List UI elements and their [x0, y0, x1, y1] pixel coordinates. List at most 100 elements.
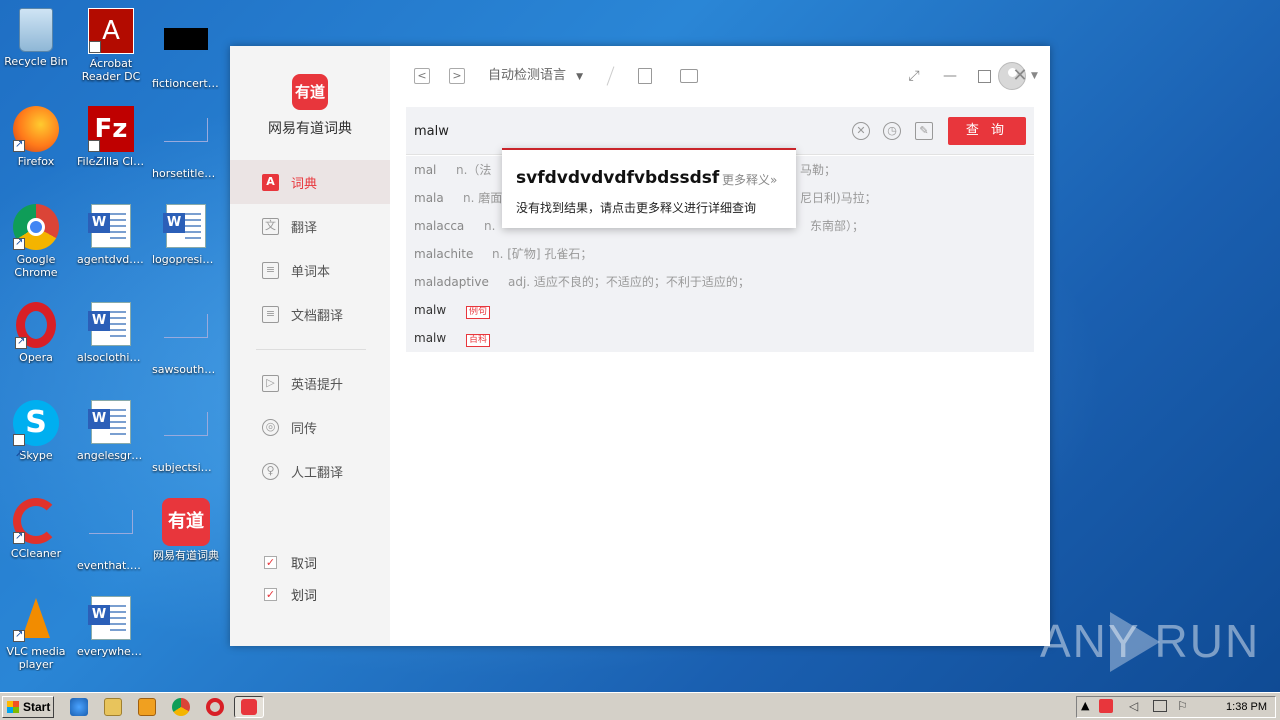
- desktop-icon-horsetitles[interactable]: horsetitles....: [150, 106, 222, 180]
- nav-item-doc-translate[interactable]: ≡ 文档翻译: [230, 292, 390, 336]
- flag-icon[interactable]: ⚐: [1177, 699, 1188, 713]
- clear-icon[interactable]: ✕: [852, 122, 870, 140]
- youdao-logo: 有道: [292, 74, 328, 110]
- desktop-icon-filezilla[interactable]: Fz FileZilla Client: [75, 106, 147, 184]
- back-button[interactable]: <: [414, 68, 430, 84]
- opera-icon[interactable]: [206, 698, 224, 716]
- nav-label: 词典: [291, 176, 318, 192]
- clock[interactable]: 1:38 PM: [1226, 701, 1267, 713]
- checkbox-checked-icon[interactable]: ✓: [264, 556, 277, 569]
- desktop-icon-google-chrome[interactable]: Google Chrome: [0, 204, 72, 279]
- desktop-icon-ccleaner[interactable]: CCleaner: [0, 498, 72, 560]
- divider: [256, 349, 366, 350]
- desktop-icon-logopreside[interactable]: W logopreside...: [150, 204, 222, 266]
- nav-item-translate[interactable]: 文 翻译: [230, 204, 390, 248]
- mini-mode-icon[interactable]: ⤢: [906, 68, 922, 84]
- image-file-icon: [89, 510, 133, 534]
- shortcut-arrow-icon: [15, 335, 27, 349]
- file-explorer-icon[interactable]: [104, 698, 122, 716]
- nav-item-dictionary[interactable]: A 词典: [230, 160, 390, 204]
- taskbar: Start ▲ ◁ ⚐ 1:38 PM: [0, 692, 1280, 720]
- list-item[interactable]: malw 例句: [414, 300, 491, 320]
- chrome-icon: [13, 204, 59, 250]
- youdao-icon: 有道: [162, 498, 210, 546]
- desktop-icon-acrobat[interactable]: A Acrobat Reader DC: [75, 8, 147, 83]
- chevron-up-icon[interactable]: ▲: [1081, 699, 1089, 712]
- encyclopedia-badge: 百科: [466, 334, 491, 347]
- minimize-icon[interactable]: —: [942, 68, 958, 84]
- nav-label: 单词本: [291, 264, 331, 280]
- internet-explorer-icon[interactable]: [70, 698, 88, 716]
- desktop-icon-recycle-bin[interactable]: Recycle Bin: [0, 8, 72, 68]
- desktop-icon-skype[interactable]: S Skype: [0, 400, 72, 478]
- list-item[interactable]: mal n.（法 马勒；: [414, 160, 836, 180]
- watermark: ANY RUN: [1040, 615, 1261, 667]
- desktop-icon-vlc[interactable]: VLC media player: [0, 596, 72, 671]
- nav-item-simultaneous[interactable]: ◎ 同传: [230, 405, 390, 449]
- desktop-icon-firefox[interactable]: Firefox: [0, 106, 72, 168]
- chrome-icon[interactable]: [172, 698, 190, 716]
- word-document-icon: W: [88, 204, 131, 248]
- handwriting-icon[interactable]: ✎: [915, 122, 933, 140]
- acrobat-icon: A: [88, 8, 134, 83]
- recycle-bin-icon: [19, 8, 53, 52]
- desktop-icon-eventhat[interactable]: eventhat.png: [75, 498, 147, 572]
- opera-icon: [15, 302, 56, 349]
- network-icon[interactable]: [1153, 700, 1167, 712]
- nav-item-human-translate[interactable]: ♀ 人工翻译: [230, 449, 390, 493]
- popup-message: 没有找到结果，请点击更多释义进行详细查询: [516, 201, 757, 215]
- list-item[interactable]: maladaptive adj. 适应不良的；不适应的；不利于适应的；: [414, 272, 750, 292]
- desktop-icon-opera[interactable]: Opera: [0, 302, 72, 364]
- youdao-tray-icon[interactable]: [1099, 699, 1113, 713]
- document-icon[interactable]: [638, 68, 652, 84]
- more-definitions-link[interactable]: 更多释义»: [722, 171, 777, 188]
- firefox-icon: [13, 106, 59, 152]
- desktop-icon-angelesgre[interactable]: W angelesgre...: [75, 400, 147, 462]
- nav-item-english-improve[interactable]: ▷ 英语提升: [230, 361, 390, 405]
- checkbox-checked-icon[interactable]: ✓: [264, 588, 277, 601]
- dictionary-icon: A: [262, 173, 279, 191]
- desktop-icon-agentdvd[interactable]: W agentdvd.rtf: [75, 204, 147, 266]
- query-button[interactable]: 查 询: [948, 117, 1026, 145]
- desktop-icon-everywhet[interactable]: W everywhet...: [75, 596, 147, 658]
- nav-label: 英语提升: [291, 377, 344, 393]
- shortcut-arrow-icon: [13, 138, 25, 152]
- list-item[interactable]: mala n. 磨面 尼日利)马拉；: [414, 188, 877, 208]
- search-input[interactable]: [414, 121, 834, 141]
- shortcut-arrow-icon: [13, 432, 25, 478]
- desktop-icon-sawsouthe[interactable]: sawsouthe...: [150, 302, 222, 376]
- desktop-icon-youdao[interactable]: 有道 网易有道词典: [150, 498, 222, 562]
- desktop-icon-alsoclothing[interactable]: W alsoclothing...: [75, 302, 147, 364]
- desktop-icon-fictioncertai[interactable]: fictioncertai...: [150, 8, 222, 90]
- close-icon[interactable]: ✕: [1012, 67, 1028, 85]
- media-player-icon[interactable]: [138, 698, 156, 716]
- start-button[interactable]: Start: [2, 696, 54, 718]
- option-capture-word[interactable]: ✓ 取词: [264, 553, 317, 572]
- desktop-icon-subjectsimp[interactable]: subjectsimp...: [150, 400, 222, 474]
- list-item[interactable]: malachite n. [矿物] 孔雀石；: [414, 244, 592, 264]
- list-item[interactable]: malacca n. 东南部）；: [414, 216, 864, 236]
- app-name: 网易有道词典: [268, 121, 352, 137]
- file-icon: [164, 314, 208, 338]
- word-document-icon: W: [88, 400, 131, 444]
- chevron-down-icon: ▼: [576, 72, 584, 82]
- option-select-word[interactable]: ✓ 划词: [264, 585, 317, 604]
- maximize-icon[interactable]: [978, 70, 991, 83]
- shortcut-arrow-icon: [13, 628, 25, 642]
- lookup-popup: svfdvdvdvdfvbdssdsf 更多释义» 没有找到结果，请点击更多释义…: [502, 148, 796, 228]
- chevron-down-icon[interactable]: ▼: [1031, 68, 1038, 84]
- filezilla-icon: Fz: [88, 106, 134, 184]
- volume-icon[interactable]: ◁: [1129, 699, 1138, 713]
- play-video-icon: ▷: [262, 374, 279, 392]
- nav-item-wordbook[interactable]: ≡ 单词本: [230, 248, 390, 292]
- example-sentence-badge: 例句: [466, 306, 491, 319]
- youdao-taskbar-button[interactable]: [234, 696, 264, 718]
- nav-label: 文档翻译: [291, 308, 344, 324]
- shortcut-arrow-icon: [89, 39, 101, 83]
- history-clock-icon[interactable]: ◷: [883, 122, 901, 140]
- language-select[interactable]: 自动检测语言 ▼: [488, 68, 583, 84]
- file-icon: [164, 118, 208, 142]
- list-item[interactable]: malw 百科: [414, 328, 491, 348]
- forward-button[interactable]: >: [449, 68, 465, 84]
- screenshot-camera-icon[interactable]: [680, 69, 698, 83]
